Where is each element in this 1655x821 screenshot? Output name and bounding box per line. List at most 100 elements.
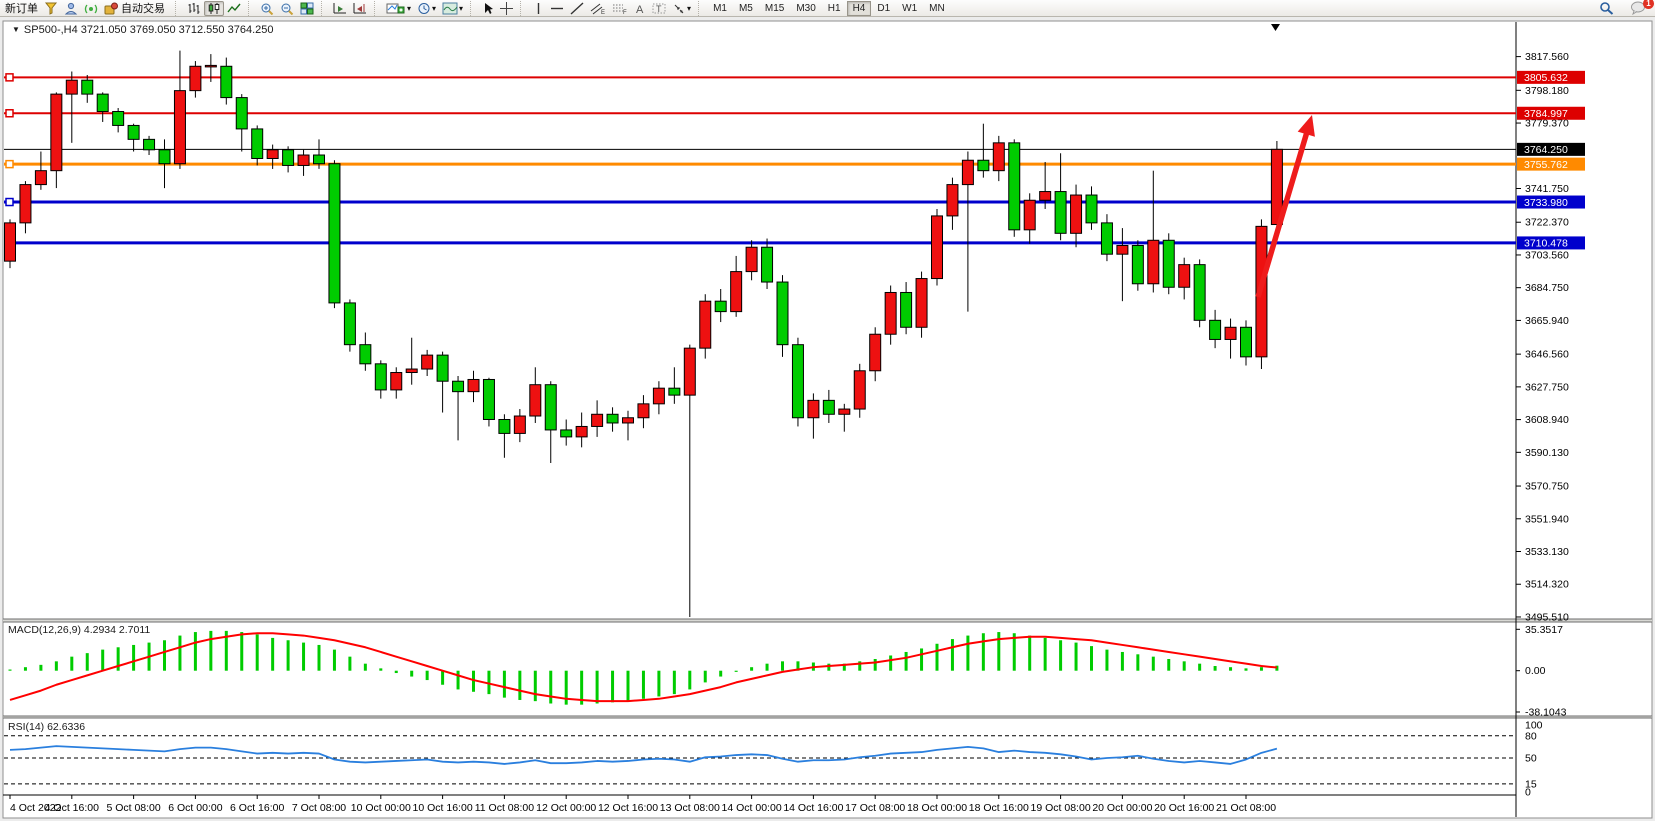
line-handle[interactable] — [6, 110, 13, 117]
tile-windows-button[interactable] — [297, 1, 317, 16]
toolbar-separator — [698, 1, 703, 16]
candle-bullish — [962, 160, 973, 184]
text-tool[interactable]: A — [631, 1, 649, 16]
candle-bullish — [916, 279, 927, 328]
chart-canvas[interactable]: 3817.5603798.1803779.3703741.7503722.370… — [0, 17, 1655, 821]
new-order-funnel-icon[interactable] — [41, 1, 61, 16]
candle-bearish — [901, 292, 912, 327]
auto-trading-label: 自动交易 — [118, 0, 168, 16]
candle-bearish — [1210, 320, 1221, 339]
date-label: 18 Oct 16:00 — [969, 802, 1029, 814]
chart-shift-button[interactable] — [350, 1, 370, 16]
auto-trading-button[interactable]: 自动交易 — [101, 1, 171, 16]
text-label-tool[interactable]: T — [649, 1, 669, 16]
candle-bullish — [839, 409, 850, 414]
zoom-out-button[interactable] — [277, 1, 297, 16]
candle-bullish — [190, 66, 201, 90]
candle-bearish — [453, 381, 464, 391]
candle-bullish — [391, 373, 402, 390]
macd-scale-label: -38.1043 — [1525, 707, 1567, 719]
chevron-down-icon[interactable]: ▼ — [12, 25, 20, 34]
zoom-in-button[interactable] — [257, 1, 277, 16]
line-handle[interactable] — [6, 199, 13, 206]
candle-bearish — [499, 419, 510, 433]
timeframe-d1[interactable]: D1 — [871, 1, 896, 16]
toolbar-separator — [520, 1, 525, 16]
search-button[interactable] — [1596, 1, 1617, 16]
arrows-tool[interactable]: ▾ — [669, 1, 694, 16]
candle-bullish — [422, 355, 433, 369]
timeframe-h4[interactable]: H4 — [847, 1, 872, 16]
chart-shift-icon — [353, 2, 367, 15]
date-label: 21 Oct 08:00 — [1216, 802, 1276, 814]
signals-icon-button[interactable] — [81, 1, 101, 16]
tile-windows-icon — [300, 2, 314, 15]
candle-bearish — [715, 301, 726, 311]
candle-bullish — [746, 247, 757, 271]
date-label: 7 Oct 08:00 — [292, 802, 346, 814]
bar-chart-mode-button[interactable] — [184, 1, 204, 16]
toolbar-separator — [374, 1, 379, 16]
chart-window: 3817.5603798.1803779.3703741.7503722.370… — [0, 17, 1655, 821]
clock-icon — [417, 2, 431, 15]
timeframe-h1[interactable]: H1 — [822, 1, 847, 16]
price-tick-label: 3703.560 — [1525, 249, 1569, 261]
cursor-tool-button[interactable] — [479, 1, 497, 16]
price-tick-label: 3817.560 — [1525, 51, 1569, 63]
date-label: 12 Oct 16:00 — [598, 802, 658, 814]
notifications-button[interactable]: 1 — [1627, 1, 1649, 16]
timeframe-mn[interactable]: MN — [923, 1, 951, 16]
candle-bullish — [1179, 265, 1190, 288]
timeframe-m1[interactable]: M1 — [707, 1, 733, 16]
equidistant-channel-icon: E — [590, 2, 606, 15]
vertical-line-tool[interactable] — [529, 1, 547, 16]
auto-scroll-button[interactable] — [330, 1, 350, 16]
price-tick-label: 3665.940 — [1525, 315, 1569, 327]
timeframe-m30[interactable]: M30 — [790, 1, 821, 16]
candle-bearish — [314, 155, 325, 164]
timeframe-m5[interactable]: M5 — [733, 1, 759, 16]
templates-button[interactable]: ▾ — [439, 1, 466, 16]
timeframe-m15[interactable]: M15 — [759, 1, 790, 16]
date-label: 17 Oct 08:00 — [845, 802, 905, 814]
candlestick-mode-button[interactable] — [204, 1, 224, 16]
periods-button[interactable]: ▾ — [414, 1, 439, 16]
symbol-ohlc-text: SP500-,H4 3721.050 3769.050 3712.550 376… — [24, 24, 274, 36]
candle-bearish — [762, 247, 773, 282]
price-tick-label: 3646.560 — [1525, 349, 1569, 361]
line-chart-mode-button[interactable] — [224, 1, 244, 16]
candle-bullish — [20, 185, 31, 223]
candle-bearish — [1055, 192, 1066, 234]
candle-bullish — [1225, 327, 1236, 339]
timeframe-w1[interactable]: W1 — [896, 1, 923, 16]
dropdown-caret: ▾ — [459, 4, 463, 13]
candle-bearish — [144, 139, 155, 149]
profile-icon-button[interactable] — [61, 1, 81, 16]
toolbar-separator — [248, 1, 253, 16]
date-label: 20 Oct 16:00 — [1154, 802, 1214, 814]
crosshair-tool-button[interactable] — [497, 1, 516, 16]
new-order-button[interactable]: 新订单 — [2, 0, 41, 16]
macd-scale-label: 0.00 — [1525, 665, 1546, 677]
indicators-button[interactable]: ▾ — [383, 1, 414, 16]
fibonacci-tool[interactable]: F — [609, 1, 631, 16]
bars-chart-icon — [187, 2, 201, 15]
price-line-label: 3733.980 — [1524, 197, 1568, 209]
price-tick-label: 3570.750 — [1525, 481, 1569, 493]
price-tick-label: 3722.370 — [1525, 217, 1569, 229]
price-tick-label: 3684.750 — [1525, 282, 1569, 294]
chart-frame — [3, 21, 1652, 818]
candle-bullish — [5, 223, 16, 261]
trendline-icon — [570, 2, 584, 15]
auto-trading-icon — [104, 2, 118, 15]
line-handle[interactable] — [6, 161, 13, 168]
candle-bullish — [993, 143, 1004, 171]
line-handle[interactable] — [6, 74, 13, 81]
price-tick-label: 3627.750 — [1525, 381, 1569, 393]
price-tick-label: 3551.940 — [1525, 513, 1569, 525]
candle-bullish — [66, 80, 77, 94]
horizontal-line-tool[interactable] — [547, 1, 567, 16]
trendline-tool[interactable] — [567, 1, 587, 16]
vertical-line-icon — [533, 2, 544, 15]
equidistant-channel-tool[interactable]: E — [587, 1, 609, 16]
